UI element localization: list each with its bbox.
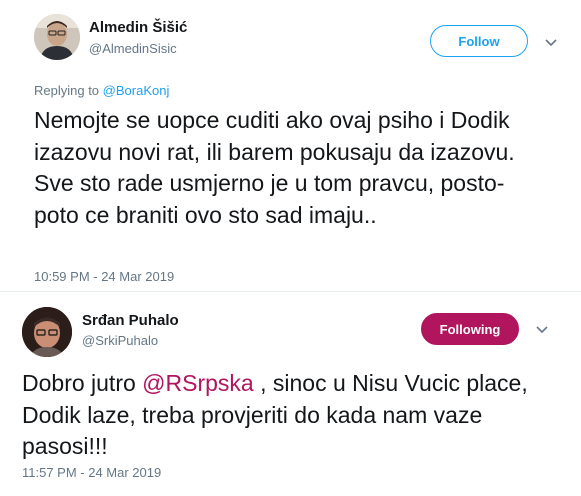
display-name[interactable]: Almedin Šišić [89,19,187,36]
replying-to: Replying to @BoraKonj [34,83,169,98]
tweet-timestamp[interactable]: 11:57 PM - 24 Mar 2019 [22,465,161,480]
chevron-down-icon[interactable] [535,325,549,335]
tweet-text-start: Dobro jutro [22,370,143,396]
user-handle[interactable]: @SrkiPuhalo [82,333,158,348]
tweet-text: Nemojte se uopce cuditi ako ovaj psiho i… [34,107,515,228]
tweet-srdjan: Srđan Puhalo @SrkiPuhalo Following Dobro… [0,292,581,496]
mention-link[interactable]: @RSrpska [142,370,254,396]
display-name[interactable]: Srđan Puhalo [82,312,179,329]
tweet-timestamp[interactable]: 10:59 PM - 24 Mar 2019 [34,269,174,284]
chevron-down-icon[interactable] [544,38,558,48]
user-handle[interactable]: @AlmedinSisic [89,41,177,56]
tweet-text: Dobro jutro @RSrpska , sinoc u Nisu Vuci… [22,368,542,463]
tweet-almedin: Almedin Šišić @AlmedinSisic Follow Reply… [0,0,581,292]
avatar[interactable] [22,307,72,357]
following-button[interactable]: Following [421,313,519,345]
avatar[interactable] [34,14,80,60]
follow-button[interactable]: Follow [430,25,528,57]
replying-to-label: Replying to [34,83,103,98]
reply-mention-link[interactable]: @BoraKonj [103,83,170,98]
